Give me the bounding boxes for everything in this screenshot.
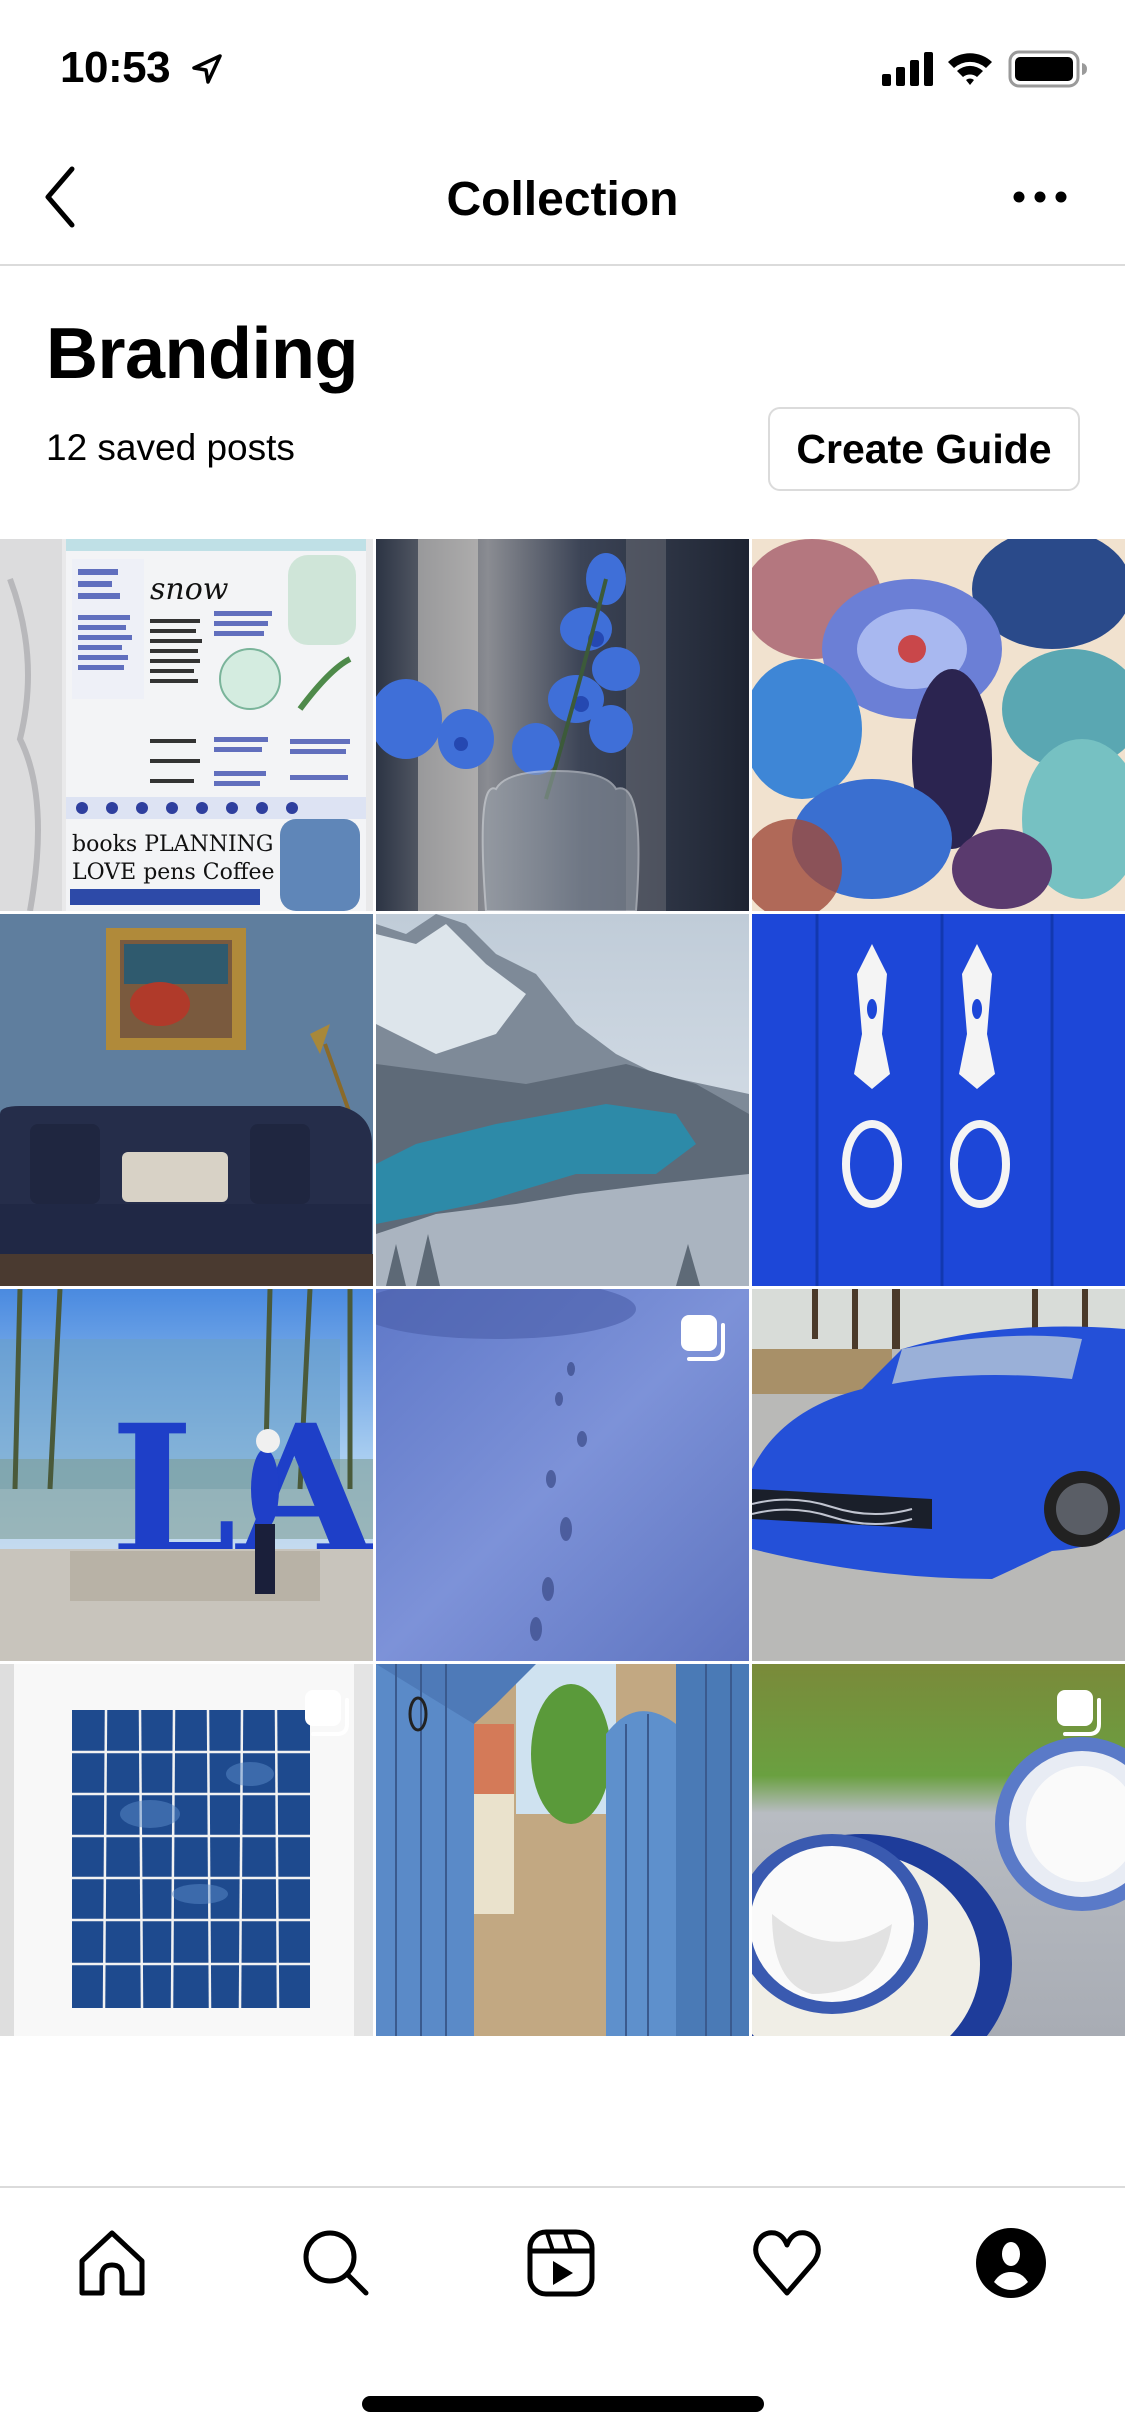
post-thumbnail[interactable]: [376, 539, 749, 911]
post-thumbnail[interactable]: [752, 1664, 1125, 2036]
svg-text:books PLANNING: books PLANNING: [72, 832, 274, 857]
page-title: Collection: [446, 173, 679, 226]
post-thumbnail[interactable]: [752, 914, 1125, 1286]
blue-car-image: [752, 1289, 1125, 1661]
mountain-lake-image: [376, 914, 749, 1286]
status-bar: 10:53: [0, 0, 1125, 132]
planner-image: snow books PLANNING LOVE pens Coffee: [0, 539, 373, 911]
post-thumbnail[interactable]: [0, 1664, 373, 2036]
battery-icon: [1008, 50, 1087, 88]
tab-search[interactable]: [281, 2218, 391, 2308]
post-thumbnail[interactable]: [752, 539, 1125, 911]
more-horizontal-icon: [1013, 191, 1067, 203]
multiple-posts-icon: [681, 1315, 725, 1361]
post-thumbnail[interactable]: [376, 914, 749, 1286]
post-thumbnail[interactable]: [0, 914, 373, 1286]
post-thumbnail[interactable]: [752, 1289, 1125, 1661]
location-arrow-icon: [192, 54, 222, 84]
profile-icon: [976, 2228, 1046, 2298]
cellular-signal-icon: [882, 52, 933, 86]
tab-activity[interactable]: [732, 2218, 842, 2308]
tab-profile[interactable]: [956, 2218, 1066, 2308]
sofa-room-image: [0, 914, 373, 1286]
home-icon: [79, 2230, 145, 2296]
blue-door-image: [752, 914, 1125, 1286]
saved-posts-grid: snow books PLANNING LOVE pens Coffee LA: [0, 539, 1125, 2036]
svg-text:LOVE pens Coffee: LOVE pens Coffee: [72, 860, 275, 885]
saved-posts-count: 12 saved posts: [46, 427, 295, 468]
la-sign-image: LA: [0, 1289, 373, 1661]
orchid-image: [376, 539, 749, 911]
reels-icon: [527, 2229, 595, 2297]
create-guide-button[interactable]: Create Guide: [768, 407, 1080, 491]
more-options-button[interactable]: [1000, 172, 1080, 222]
tab-home[interactable]: [57, 2218, 167, 2308]
multiple-posts-icon: [1057, 1690, 1101, 1736]
home-indicator[interactable]: [362, 2396, 764, 2412]
wifi-icon: [948, 53, 992, 85]
svg-text:snow: snow: [150, 572, 229, 607]
search-icon: [303, 2230, 369, 2296]
tab-reels[interactable]: [506, 2218, 616, 2308]
post-thumbnail[interactable]: snow books PLANNING LOVE pens Coffee: [0, 539, 373, 911]
nav-bar: Collection: [0, 132, 1125, 266]
status-time: 10:53: [60, 43, 171, 92]
heart-icon: [753, 2230, 821, 2296]
post-thumbnail[interactable]: LA: [0, 1289, 373, 1661]
collection-title: Branding: [46, 314, 358, 394]
blue-gate-image: [376, 1664, 749, 2036]
multiple-posts-icon: [305, 1690, 349, 1736]
botanical-pattern-image: [752, 539, 1125, 911]
post-thumbnail[interactable]: [376, 1289, 749, 1661]
post-thumbnail[interactable]: [376, 1664, 749, 2036]
